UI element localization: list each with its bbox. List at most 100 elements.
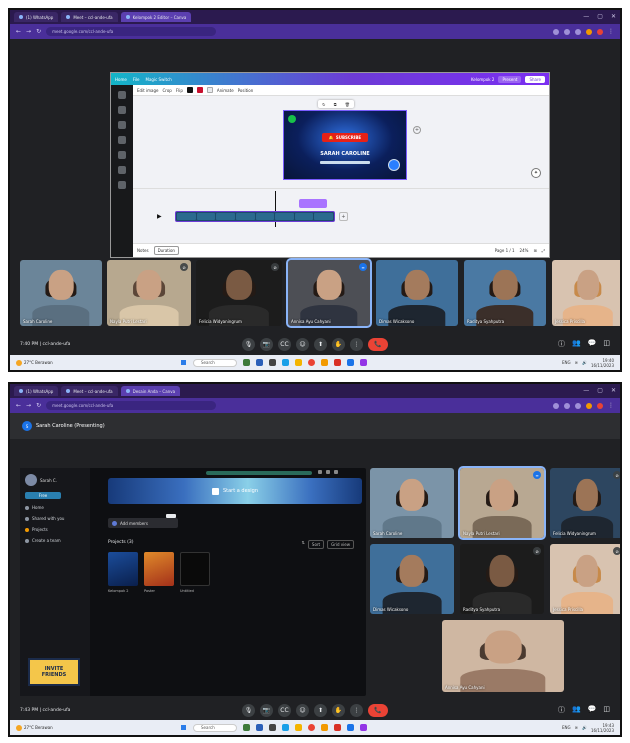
extension-icon[interactable] [553, 402, 559, 409]
camera-icon[interactable]: 📷 [260, 703, 273, 717]
reload-icon[interactable]: ↻ [36, 402, 41, 409]
chrome-icon[interactable] [308, 359, 315, 366]
account-switcher[interactable]: Sarah C. [25, 474, 85, 486]
participant-tile[interactable]: Dimas Wicaksono [370, 544, 454, 614]
crop-button[interactable]: Crop [162, 88, 171, 93]
minimize-icon[interactable] [326, 470, 330, 474]
participant-tile[interactable]: ⊘ Jessica Priscilla [550, 544, 620, 614]
browser-tab[interactable]: Meet – ccl-ande-ufa [61, 386, 118, 396]
copy-icon[interactable]: ⧉ [334, 102, 337, 107]
home-link[interactable]: Home [115, 77, 127, 82]
project-thumbnail[interactable] [144, 552, 174, 586]
participant-tile[interactable]: Raditya Syahputra [464, 260, 546, 326]
camera-icon[interactable]: 📷 [260, 337, 273, 351]
add-clip-icon[interactable]: + [339, 212, 348, 221]
emoji-icon[interactable]: ☺ [296, 703, 309, 717]
mic-icon[interactable]: 🎙 [242, 337, 255, 351]
sidebar-item-shared[interactable]: Shared with you [25, 516, 85, 521]
elements-icon[interactable] [118, 106, 126, 114]
participant-tile[interactable]: ⊘ Felicia Widyaningrum [550, 468, 620, 538]
end-call-icon[interactable]: 📞 [368, 703, 388, 717]
add-members-button[interactable]: Add members [108, 514, 178, 528]
add-page-icon[interactable]: + [413, 126, 421, 134]
duration-button[interactable]: Duration [153, 246, 179, 255]
reload-icon[interactable]: ↻ [36, 28, 41, 35]
present-button[interactable]: Present [498, 75, 522, 83]
app-icon[interactable] [347, 359, 354, 366]
address-input[interactable]: meet.google.com/ccl-ande-ufa [46, 401, 217, 410]
participant-tile[interactable]: ⊘ Raditya Syahputra [460, 544, 544, 614]
people-icon[interactable]: 👥 [572, 339, 581, 349]
app-icon[interactable] [256, 724, 263, 731]
volume-icon[interactable]: 🔊 [582, 725, 587, 730]
captions-icon[interactable]: CC [278, 337, 291, 351]
projects-icon[interactable] [118, 166, 126, 174]
bookmark-icon[interactable] [575, 402, 581, 409]
browser-tab-active[interactable]: Kelompok 2 Editor – Canva [120, 12, 192, 22]
file-menu[interactable]: File [133, 77, 140, 82]
extension-icon[interactable] [553, 28, 559, 35]
edge-icon[interactable] [282, 359, 289, 366]
app-icon[interactable] [269, 359, 276, 366]
play-icon[interactable]: ▶ [157, 213, 162, 220]
back-icon[interactable]: ← [16, 28, 21, 35]
more-options-icon[interactable]: ⋮ [350, 703, 363, 717]
invite-friends-banner[interactable]: INVITE FRIENDS [28, 658, 80, 686]
more-options-icon[interactable]: ⋮ [350, 337, 363, 351]
app-icon[interactable] [321, 724, 328, 731]
project-thumbnail[interactable] [108, 552, 138, 586]
chat-icon[interactable]: 💬 [588, 705, 597, 715]
raise-hand-icon[interactable]: ✋ [332, 703, 345, 717]
address-input[interactable]: meet.google.com/ccl-ande-ufa [46, 27, 217, 36]
page-indicator[interactable]: Page 1 / 1 [495, 248, 515, 253]
chat-icon[interactable]: 💬 [588, 339, 597, 349]
taskbar-search[interactable]: Search [193, 358, 237, 367]
end-call-icon[interactable]: 📞 [368, 337, 388, 351]
canva-canvas[interactable]: ↻ ⧉ 🗑 🔔 SUBSCRIBE SARAH CAROLINE + ✦ [133, 96, 549, 188]
magic-assist-icon[interactable]: ✦ [531, 168, 541, 178]
grid-view-icon[interactable]: ⊞ [533, 248, 536, 253]
plan-button[interactable]: Free [25, 492, 61, 499]
people-icon[interactable]: 👥 [572, 705, 581, 715]
project-thumbnail[interactable] [180, 552, 210, 586]
emoji-icon[interactable]: ☺ [296, 337, 309, 351]
app-icon[interactable] [243, 359, 250, 366]
wifi-icon[interactable]: ≋ [575, 360, 578, 365]
language-indicator[interactable]: ENG [562, 725, 571, 730]
app-icon[interactable] [347, 724, 354, 731]
forward-icon[interactable]: → [26, 28, 31, 35]
windows-start-icon[interactable] [180, 359, 187, 366]
close-button[interactable]: ✕ [611, 387, 616, 394]
browser-menu-icon[interactable]: ⋮ [608, 402, 614, 409]
browser-tab[interactable]: (1) WhatsApp [14, 386, 59, 396]
present-icon[interactable]: ⬆ [314, 337, 327, 351]
uploads-icon[interactable] [118, 136, 126, 144]
start-design-banner[interactable]: Start a design [108, 478, 362, 504]
taskbar-search[interactable]: Search [193, 723, 237, 732]
edge-icon[interactable] [282, 724, 289, 731]
extension-icon[interactable] [597, 28, 603, 35]
info-icon[interactable]: ⓘ [558, 705, 565, 715]
participant-tile[interactable]: Sarah Caroline [370, 468, 454, 538]
close-icon[interactable] [334, 470, 338, 474]
mic-icon[interactable]: 🎙 [242, 703, 255, 717]
notes-button[interactable]: Notes [137, 248, 149, 253]
app-icon[interactable] [334, 724, 341, 731]
chrome-icon[interactable] [308, 724, 315, 731]
delete-icon[interactable]: 🗑 [345, 102, 350, 107]
app-icon[interactable] [256, 359, 263, 366]
sidebar-item-home[interactable]: Home [25, 505, 85, 510]
app-icon[interactable] [243, 724, 250, 731]
weather-widget[interactable]: 27°C Berawan [16, 359, 53, 366]
folder-icon[interactable] [295, 724, 302, 731]
app-icon[interactable] [360, 724, 367, 731]
flip-button[interactable]: Flip [176, 88, 183, 93]
minimize-button[interactable]: — [583, 387, 589, 394]
video-track[interactable] [175, 211, 335, 222]
browser-tab-active[interactable]: Desain Anda – Canva [120, 386, 181, 396]
color-swatch[interactable] [196, 87, 203, 93]
project-title[interactable]: Kelompok 2 [471, 77, 494, 82]
maximize-button[interactable]: ▢ [597, 13, 603, 20]
draw-icon[interactable] [118, 151, 126, 159]
participant-tile[interactable]: Sarah Caroline [20, 260, 102, 326]
